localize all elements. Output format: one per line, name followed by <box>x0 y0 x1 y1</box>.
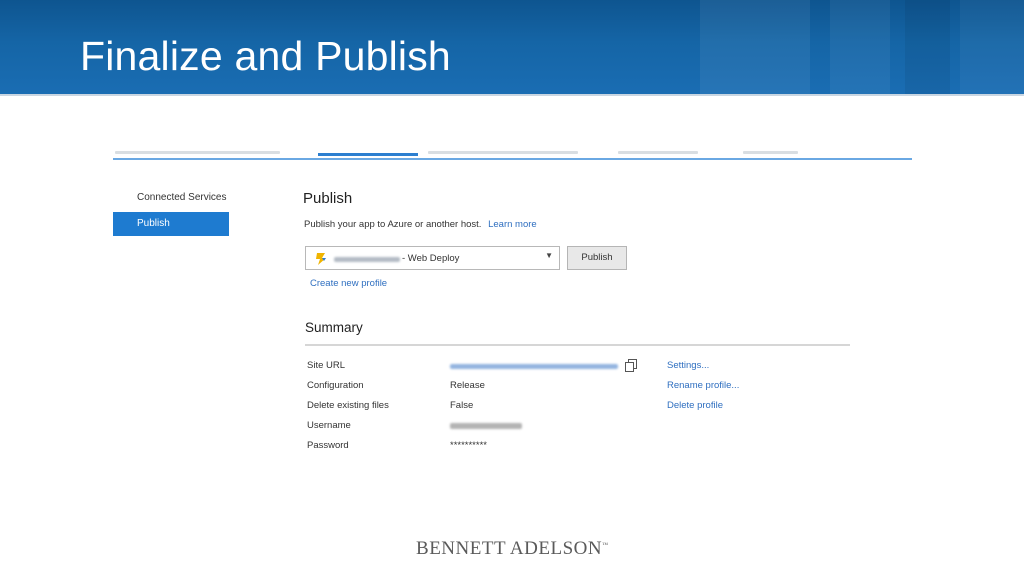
publish-profile-select[interactable]: - Web Deploy ▼ <box>305 246 560 270</box>
profile-name-redacted <box>334 257 400 262</box>
header-decor-stripe <box>960 0 1024 94</box>
chevron-down-icon: ▼ <box>545 251 553 260</box>
summary-value: ********** <box>450 440 487 451</box>
summary-row-delete-existing-files: Delete existing files False Delete profi… <box>307 400 867 414</box>
tab-bar-underline <box>113 158 912 160</box>
web-deploy-icon <box>316 253 326 265</box>
summary-label: Username <box>307 420 351 431</box>
tab-active-indicator <box>318 153 418 156</box>
trademark-mark: ™ <box>602 542 608 549</box>
publish-button[interactable]: Publish <box>567 246 627 270</box>
header-decor-stripe <box>700 0 810 94</box>
profile-select-text: - Web Deploy <box>402 253 460 264</box>
sidebar: Connected Services Publish <box>113 186 229 236</box>
publish-description-text: Publish your app to Azure or another hos… <box>304 219 482 230</box>
settings-link[interactable]: Settings... <box>667 360 709 371</box>
summary-row-password: Password ********** <box>307 440 867 454</box>
slide-title: Finalize and Publish <box>80 33 451 79</box>
bennett-adelson-logo: BENNETT ADELSON™ <box>0 538 1024 560</box>
create-new-profile-link[interactable]: Create new profile <box>310 278 387 289</box>
summary-row-site-url: Site URL Settings... <box>307 359 867 374</box>
header-divider <box>0 94 1024 96</box>
summary-row-username: Username <box>307 420 867 434</box>
publish-description: Publish your app to Azure or another hos… <box>304 219 537 230</box>
tab-bar <box>113 150 912 162</box>
learn-more-link[interactable]: Learn more <box>488 219 537 230</box>
tab-placeholder <box>618 151 698 154</box>
delete-profile-link[interactable]: Delete profile <box>667 400 723 411</box>
summary-value: False <box>450 400 474 411</box>
summary-label: Configuration <box>307 380 364 391</box>
tab-placeholder <box>428 151 578 154</box>
slide-header: Finalize and Publish <box>0 0 1024 94</box>
sidebar-item-connected-services[interactable]: Connected Services <box>113 186 229 210</box>
rename-profile-link[interactable]: Rename profile... <box>667 380 739 391</box>
summary-label: Delete existing files <box>307 400 389 411</box>
publish-heading: Publish <box>303 190 353 207</box>
summary-heading: Summary <box>305 320 363 335</box>
summary-label: Password <box>307 440 349 451</box>
sidebar-item-publish[interactable]: Publish <box>113 212 229 236</box>
copy-icon[interactable] <box>625 359 637 372</box>
site-url-link-redacted[interactable] <box>450 364 618 369</box>
summary-label: Site URL <box>307 360 346 371</box>
tab-placeholder <box>743 151 798 154</box>
logo-text: BENNETT ADELSON <box>416 538 603 559</box>
summary-divider <box>305 344 850 346</box>
tab-placeholder <box>115 151 280 154</box>
header-decor-stripe <box>905 0 950 94</box>
header-decor-stripe <box>830 0 890 94</box>
username-redacted <box>450 423 522 429</box>
summary-row-configuration: Configuration Release Rename profile... <box>307 380 867 394</box>
summary-value: Release <box>450 380 485 391</box>
